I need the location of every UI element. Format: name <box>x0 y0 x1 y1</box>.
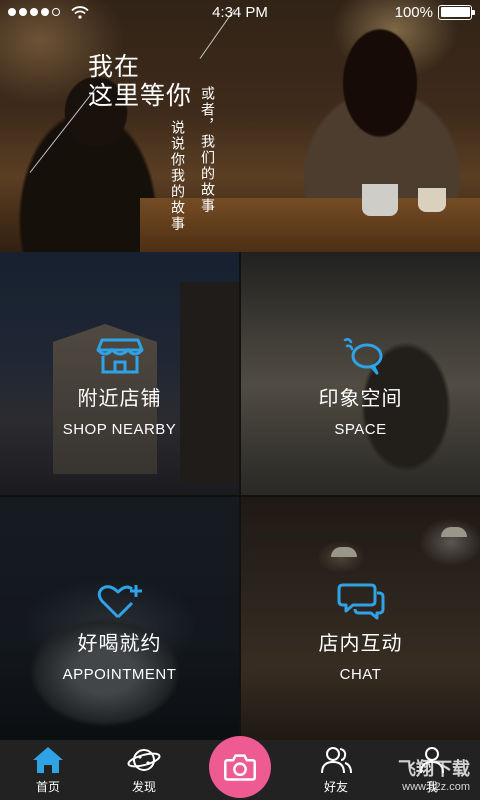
signal-strength-icon <box>8 5 89 19</box>
hero-vertical-text-1: 说说你我的故事 <box>169 120 185 232</box>
tile-content: 店内互动 CHAT <box>241 581 480 683</box>
planet-icon <box>127 749 161 771</box>
camera-icon <box>224 754 256 781</box>
status-time: 4:34 PM <box>212 3 268 21</box>
watermark-line2: www.52z.com <box>402 781 470 793</box>
tile-appointment[interactable]: 好喝就约 APPOINTMENT <box>0 497 239 740</box>
tab-label: 首页 <box>35 780 60 794</box>
hero-title: 我在 这里等你 <box>88 52 192 110</box>
tile-label-en: SHOP NEARBY <box>62 421 177 438</box>
chat-bubble-icon <box>343 338 382 375</box>
heart-plus-icon <box>97 585 142 619</box>
wifi-icon <box>71 5 89 19</box>
tab-camera[interactable] <box>192 736 288 800</box>
battery-indicator: 100% <box>394 3 475 21</box>
speech-bubbles-icon <box>337 583 384 620</box>
watermark-line1: 飞翔下载 <box>398 759 470 779</box>
tab-home[interactable]: 首页 <box>0 740 96 800</box>
tab-label: 好友 <box>323 780 348 794</box>
tab-discover[interactable]: 发现 <box>96 740 192 800</box>
tile-content: 好喝就约 APPOINTMENT <box>0 581 239 683</box>
store-icon <box>96 338 143 374</box>
tile-label-cn: 印象空间 <box>318 386 403 410</box>
tile-label-cn: 好喝就约 <box>77 631 162 655</box>
camera-button[interactable] <box>209 736 271 798</box>
tile-content: 附近店铺 SHOP NEARBY <box>0 336 239 438</box>
battery-icon <box>438 4 475 20</box>
tile-shop-nearby[interactable]: 附近店铺 SHOP NEARBY <box>0 252 239 495</box>
hero-title-line1: 我在 <box>88 52 141 81</box>
tile-content: 印象空间 SPACE <box>241 336 480 438</box>
hero-vertical-text-2: 或者，我们的故事 <box>199 86 215 214</box>
home-icon <box>33 747 63 773</box>
tile-label-en: SPACE <box>334 421 387 438</box>
hero-overlay <box>0 0 480 252</box>
feature-grid: 附近店铺 SHOP NEARBY 印象空间 SPACE 好喝就约 APPOINT… <box>0 252 480 740</box>
battery-percent: 100% <box>394 3 433 21</box>
status-bar: 4:34 PM 100% <box>0 0 480 24</box>
tile-label-en: APPOINTMENT <box>62 666 177 683</box>
tile-label-cn: 附近店铺 <box>77 386 162 410</box>
tile-space[interactable]: 印象空间 SPACE <box>241 252 480 495</box>
tile-label-en: CHAT <box>339 666 382 683</box>
friends-icon <box>321 747 352 774</box>
tile-label-cn: 店内互动 <box>318 631 403 655</box>
hero-title-line2: 这里等你 <box>88 81 193 110</box>
tile-chat[interactable]: 店内互动 CHAT <box>241 497 480 740</box>
watermark-logo: 飞翔下载 www.52z.com <box>398 760 470 796</box>
hero-banner[interactable]: 我在 这里等你 说说你我的故事 或者，我们的故事 <box>0 0 480 252</box>
tab-friends[interactable]: 好友 <box>288 740 384 800</box>
tab-label: 发现 <box>131 780 156 794</box>
